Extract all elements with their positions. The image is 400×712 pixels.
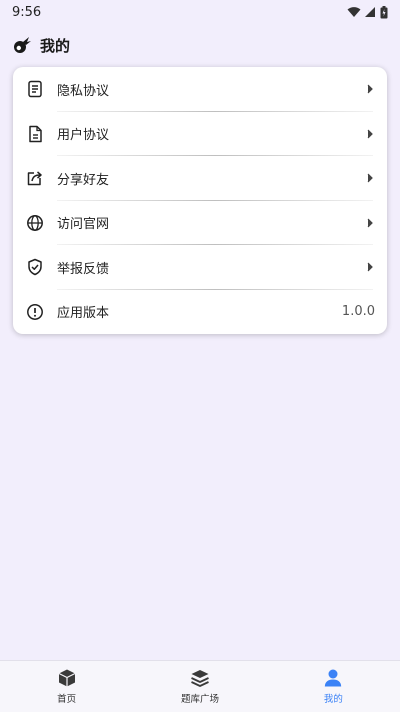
share-icon <box>25 168 45 188</box>
page-title: 我的 <box>40 36 71 55</box>
comet-icon <box>14 37 31 53</box>
page-header: 我的 <box>12 32 70 58</box>
menu-item-label: 隐私协议 <box>57 83 110 99</box>
user-icon <box>325 669 342 687</box>
nav-item-mine[interactable]: 我的 <box>267 661 400 712</box>
bottom-navigation: 首页 题库广场 我的 <box>0 660 400 712</box>
menu-item-official-website[interactable]: 访问官网 <box>13 201 387 245</box>
battery-icon <box>380 5 388 18</box>
nav-item-question-bank[interactable]: 题库广场 <box>133 661 266 712</box>
nav-label: 题库广场 <box>180 694 219 705</box>
nav-label: 我的 <box>323 694 343 705</box>
signal-icon <box>365 7 375 17</box>
menu-item-label: 举报反馈 <box>57 261 110 277</box>
chevron-right-icon <box>365 216 375 230</box>
menu-item-report-feedback[interactable]: 举报反馈 <box>13 245 387 290</box>
menu-item-app-version: 应用版本 1.0.0 <box>13 290 387 335</box>
status-bar: 9:56 <box>0 0 400 24</box>
menu-item-user-agreement[interactable]: 用户协议 <box>13 112 387 156</box>
menu-item-label: 用户协议 <box>57 128 110 144</box>
globe-icon <box>25 213 45 233</box>
menu-item-label: 访问官网 <box>57 217 110 233</box>
menu-item-label: 应用版本 <box>57 306 110 322</box>
info-icon <box>25 302 45 322</box>
wifi-icon <box>347 7 361 17</box>
menu-item-privacy-policy[interactable]: 隐私协议 <box>13 67 387 112</box>
shield-check-icon <box>25 257 45 277</box>
chevron-right-icon <box>365 171 375 185</box>
chevron-right-icon <box>365 82 375 96</box>
layers-icon <box>191 670 209 687</box>
document-icon <box>25 79 45 99</box>
nav-label: 首页 <box>57 694 77 705</box>
status-icons <box>347 5 388 19</box>
chevron-right-icon <box>365 127 375 141</box>
settings-menu-card: 隐私协议 用户协议 分享好友 访问官网 举报反馈 应用版本 1.0.0 <box>13 67 387 334</box>
menu-item-label: 分享好友 <box>57 172 110 188</box>
cube-icon <box>58 669 75 687</box>
menu-item-share-friends[interactable]: 分享好友 <box>13 156 387 201</box>
status-time: 9:56 <box>12 4 42 20</box>
nav-item-home[interactable]: 首页 <box>0 661 133 712</box>
app-version-value: 1.0.0 <box>341 304 375 320</box>
chevron-right-icon <box>365 260 375 274</box>
file-icon <box>25 124 45 144</box>
